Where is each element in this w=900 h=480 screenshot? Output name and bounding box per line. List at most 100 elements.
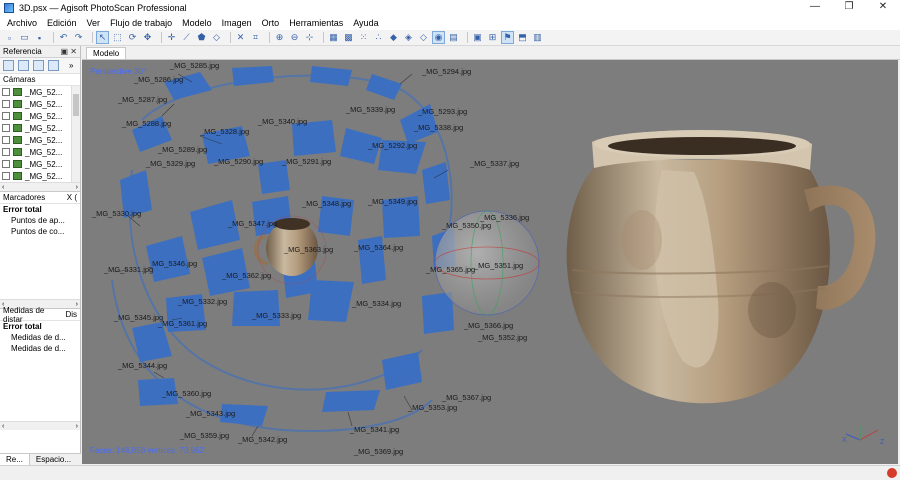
cameras-hscrollbar[interactable]: ‹ › xyxy=(0,182,80,191)
camera-label[interactable]: _MG_5294.jpg xyxy=(421,67,471,76)
dense-cloud-icon[interactable]: ∴ xyxy=(373,32,384,43)
camera-checkbox[interactable] xyxy=(2,136,10,144)
eraser-icon[interactable]: ◇ xyxy=(211,32,222,43)
camera-label[interactable]: _MG_5330.jpg xyxy=(91,209,141,218)
crop-icon[interactable]: ⌗ xyxy=(250,32,261,43)
camera-label[interactable]: _MG_5334.jpg xyxy=(351,299,401,308)
camera-label[interactable]: _MG_5342.jpg xyxy=(237,435,287,444)
menu-ayuda[interactable]: Ayuda xyxy=(348,18,383,28)
panel-float-close-icon[interactable]: ▣ ✕ xyxy=(61,47,77,56)
show-region-icon[interactable]: ⬒ xyxy=(517,32,528,43)
marker-row-check-points[interactable]: Puntos de co... xyxy=(0,226,80,237)
select-pointer-icon[interactable]: ↖ xyxy=(96,31,109,44)
camera-label[interactable]: _MG_5351.jpg xyxy=(473,261,523,270)
measure-row[interactable]: Medidas de d... xyxy=(0,332,80,343)
camera-checkbox[interactable] xyxy=(2,172,10,180)
camera-label[interactable]: _MG_5349.jpg xyxy=(367,197,417,206)
camera-row[interactable]: _MG_52... xyxy=(0,110,80,122)
marker-row-control-points[interactable]: Puntos de ap... xyxy=(0,215,80,226)
measure-row[interactable]: Medidas de d... xyxy=(0,343,80,354)
textured-model-icon[interactable]: ◉ xyxy=(432,31,445,44)
show-markers-icon[interactable]: ⚑ xyxy=(501,31,514,44)
maximize-button[interactable]: ❐ xyxy=(832,0,866,15)
tiled-model-icon[interactable]: ▤ xyxy=(448,32,459,43)
camera-label[interactable]: _MG_5353.jpg xyxy=(407,403,457,412)
camera-row[interactable]: _MG_52... xyxy=(0,122,80,134)
camera-checkbox[interactable] xyxy=(2,112,10,120)
menu-archivo[interactable]: Archivo xyxy=(2,18,42,28)
camera-label[interactable]: _MG_5337.jpg xyxy=(469,159,519,168)
wireframe-model-icon[interactable]: ◇ xyxy=(418,32,429,43)
camera-label[interactable]: _MG_5291.jpg xyxy=(281,157,331,166)
camera-label[interactable]: _MG_5338.jpg xyxy=(413,123,463,132)
camera-label[interactable]: _MG_5369.jpg xyxy=(353,447,403,456)
camera-label[interactable]: _MG_5361.jpg xyxy=(157,319,207,328)
camera-label[interactable]: _MG_5333.jpg xyxy=(251,311,301,320)
model-viewport[interactable]: Z X _MG_5285.jpg _MG_5286.jpg _MG_5287.jpg… xyxy=(82,60,898,464)
camera-row[interactable]: _MG_52... xyxy=(0,170,80,182)
camera-label[interactable]: _MG_5343.jpg xyxy=(185,409,235,418)
camera-label[interactable]: _MG_5340.jpg xyxy=(257,117,307,126)
camera-checkbox[interactable] xyxy=(2,100,10,108)
camera-label[interactable]: _MG_5366.jpg xyxy=(463,321,513,330)
show-thumbnails-icon[interactable]: ⊞ xyxy=(487,32,498,43)
scroll-right-icon[interactable]: › xyxy=(76,301,78,308)
camera-label[interactable]: _MG_5360.jpg xyxy=(161,389,211,398)
camera-label[interactable]: _MG_5292.jpg xyxy=(367,141,417,150)
menu-ver[interactable]: Ver xyxy=(82,18,106,28)
camera-label[interactable]: _MG_5362.jpg xyxy=(221,271,271,280)
camera-checkbox[interactable] xyxy=(2,124,10,132)
reset-view-icon[interactable]: ⊹ xyxy=(304,32,315,43)
open-folder-icon[interactable]: ▭ xyxy=(19,32,30,43)
show-shapes-icon[interactable]: ▥ xyxy=(532,32,543,43)
camera-row[interactable]: _MG_52... xyxy=(0,134,80,146)
camera-label[interactable]: _MG_5365.jpg xyxy=(425,265,475,274)
camera-label[interactable]: _MG_5352.jpg xyxy=(477,333,527,342)
navigation-icon[interactable]: ✛ xyxy=(166,32,177,43)
scroll-right-icon[interactable]: › xyxy=(76,423,78,430)
camera-checkbox[interactable] xyxy=(2,160,10,168)
camera-label[interactable]: _MG_5344.jpg xyxy=(117,361,167,370)
camera-label[interactable]: _MG_5350.jpg xyxy=(441,221,491,230)
menu-edicion[interactable]: Edición xyxy=(42,18,82,28)
zoom-out-icon[interactable]: ⊖ xyxy=(289,32,300,43)
scroll-left-icon[interactable]: ‹ xyxy=(2,423,4,430)
warning-icon[interactable] xyxy=(887,468,897,478)
camera-row[interactable]: _MG_52... xyxy=(0,146,80,158)
settings-reference-icon[interactable] xyxy=(48,60,59,71)
show-grid-icon[interactable]: ▩ xyxy=(343,32,354,43)
camera-label[interactable]: _MG_5290.jpg xyxy=(213,157,263,166)
rectangle-select-icon[interactable]: ⬚ xyxy=(112,32,123,43)
camera-label[interactable]: _MG_5345.jpg xyxy=(113,313,163,322)
camera-label[interactable]: _MG_5288.jpg xyxy=(121,119,171,128)
camera-label[interactable]: _MG_5329.jpg xyxy=(145,159,195,168)
camera-label[interactable]: _MG_5332.jpg xyxy=(177,297,227,306)
menu-herramientas[interactable]: Herramientas xyxy=(284,18,348,28)
camera-label[interactable]: _MG_5348.jpg xyxy=(301,199,351,208)
zoom-in-icon[interactable]: ⊕ xyxy=(274,32,285,43)
camera-label[interactable]: _MG_5363.jpg xyxy=(283,245,333,254)
camera-label[interactable]: _MG_5287.jpg xyxy=(117,95,167,104)
point-cloud-icon[interactable]: ⁙ xyxy=(358,32,369,43)
move-object-icon[interactable]: ✥ xyxy=(142,32,153,43)
camera-label[interactable]: _MG_5285.jpg xyxy=(169,61,219,70)
camera-label[interactable]: _MG_5347.jpg xyxy=(227,219,277,228)
show-cameras-icon[interactable]: ▦ xyxy=(328,32,339,43)
menu-imagen[interactable]: Imagen xyxy=(217,18,257,28)
camera-label[interactable]: _MG_5289.jpg xyxy=(157,145,207,154)
camera-label[interactable]: _MG_5331.jpg xyxy=(103,265,153,274)
camera-row[interactable]: _MG_52... xyxy=(0,158,80,170)
scrollbar-thumb[interactable] xyxy=(73,94,79,116)
camera-label[interactable]: _MG_5293.jpg xyxy=(417,107,467,116)
camera-label[interactable]: _MG_5328.jpg xyxy=(199,127,249,136)
camera-label[interactable]: _MG_5364.jpg xyxy=(353,243,403,252)
camera-label[interactable]: _MG_5286.jpg xyxy=(133,75,183,84)
save-icon[interactable]: ▪ xyxy=(34,32,45,43)
solid-model-icon[interactable]: ◈ xyxy=(403,32,414,43)
convert-reference-icon[interactable] xyxy=(33,60,44,71)
tab-model[interactable]: Modelo xyxy=(86,47,127,59)
show-images-icon[interactable]: ▣ xyxy=(472,32,483,43)
shaded-model-icon[interactable]: ◆ xyxy=(388,32,399,43)
camera-label[interactable]: _MG_5346.jpg xyxy=(147,259,197,268)
camera-checkbox[interactable] xyxy=(2,148,10,156)
